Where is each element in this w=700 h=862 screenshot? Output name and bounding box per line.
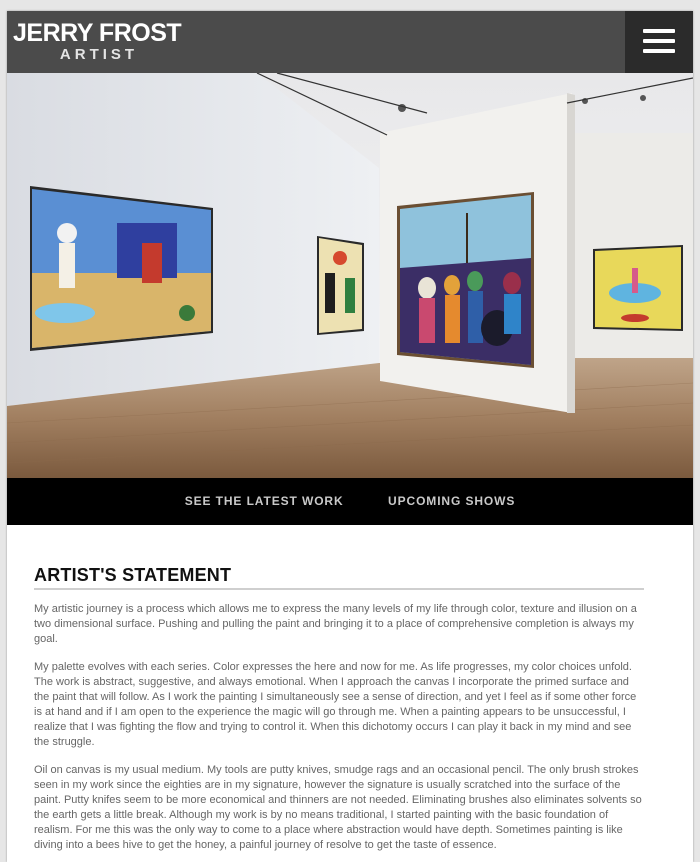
painting-middle xyxy=(317,236,364,335)
site-header: JERRY FROST ARTIST xyxy=(7,11,693,73)
statement-paragraph: Oil on canvas is my usual medium. My too… xyxy=(34,764,642,851)
hamburger-menu-button[interactable] xyxy=(625,11,693,73)
painting-main xyxy=(397,192,534,368)
nav-upcoming-shows[interactable]: UPCOMING SHOWS xyxy=(388,478,515,525)
brand-name: JERRY FROST xyxy=(13,19,182,47)
statement-paragraph: My artistic journey is a process which a… xyxy=(34,603,637,645)
page-frame: JERRY FROST ARTIST SEE THE LATEST WORK U… xyxy=(7,11,693,862)
nav-see-latest-work[interactable]: SEE THE LATEST WORK xyxy=(185,478,344,525)
hamburger-menu-icon xyxy=(643,29,675,33)
artist-statement-section: ARTIST'S STATEMENT My artistic journey i… xyxy=(34,565,644,853)
hero-gallery-image xyxy=(7,73,693,478)
painting-right xyxy=(593,245,683,331)
main-nav: SEE THE LATEST WORK UPCOMING SHOWS xyxy=(7,478,693,525)
section-heading: ARTIST'S STATEMENT xyxy=(34,565,644,590)
statement-paragraph: My palette evolves with each series. Col… xyxy=(34,661,637,748)
site-logo[interactable]: JERRY FROST ARTIST xyxy=(13,19,183,63)
painting-left xyxy=(30,186,213,351)
brand-subtitle: ARTIST xyxy=(59,46,139,63)
